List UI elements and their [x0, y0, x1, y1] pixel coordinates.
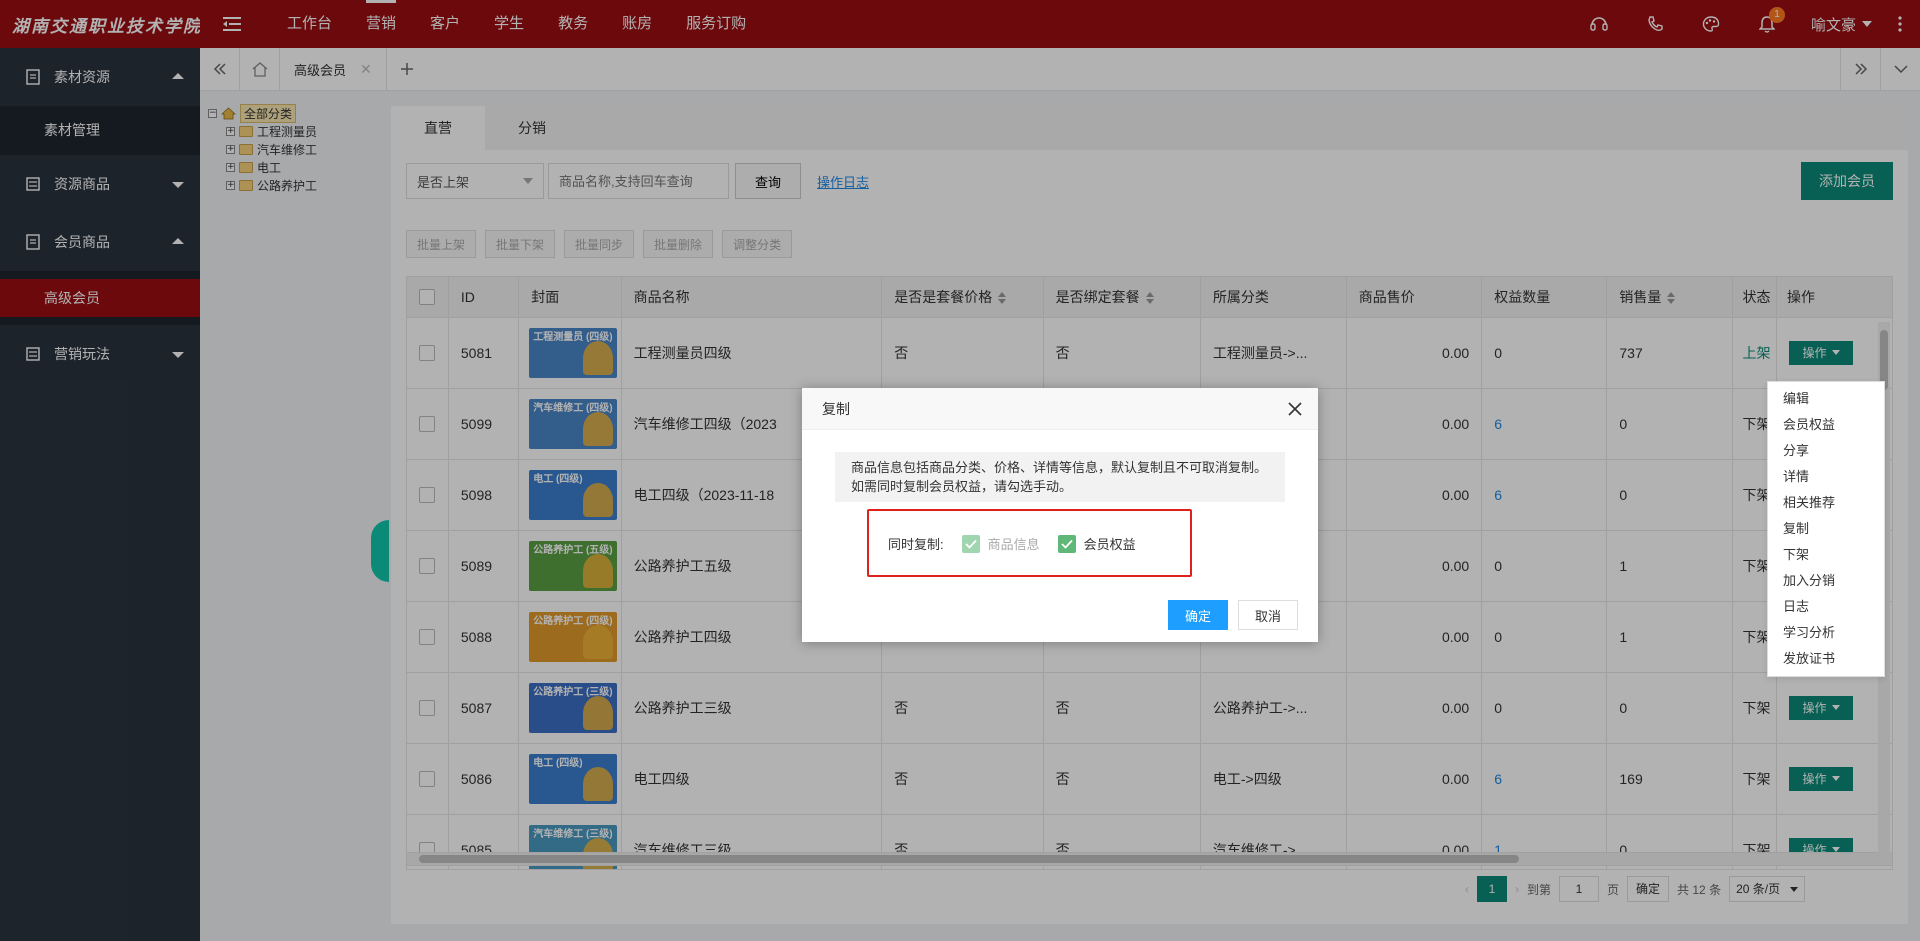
confirm-button[interactable]: 确定	[1168, 600, 1228, 630]
menu-item-study-analysis[interactable]: 学习分析	[1768, 620, 1884, 646]
dialog-buttons: 确定 取消	[1168, 600, 1298, 630]
menu-item-off-shelf[interactable]: 下架	[1768, 542, 1884, 568]
menu-item-issue-certificate[interactable]: 发放证书	[1768, 646, 1884, 672]
copy-options: 同时复制: 商品信息 会员权益	[888, 534, 1136, 553]
cancel-button[interactable]: 取消	[1238, 600, 1298, 630]
side-panel-handle[interactable]	[371, 520, 389, 582]
menu-item-related[interactable]: 相关推荐	[1768, 490, 1884, 516]
menu-item-join-distribution[interactable]: 加入分销	[1768, 568, 1884, 594]
menu-item-member-rights[interactable]: 会员权益	[1768, 412, 1884, 438]
copy-options-label: 同时复制:	[888, 537, 944, 552]
copy-dialog: 复制 商品信息包括商品分类、价格、详情等信息，默认复制且不可取消复制。如需同时复…	[802, 388, 1318, 642]
menu-item-detail[interactable]: 详情	[1768, 464, 1884, 490]
dialog-title: 复制	[822, 400, 850, 417]
checkbox-label: 会员权益	[1083, 537, 1136, 552]
menu-item-copy[interactable]: 复制	[1768, 516, 1884, 542]
copy-member-rights-checkbox[interactable]: 会员权益	[1057, 534, 1136, 553]
operation-dropdown: 编辑 会员权益 分享 详情 相关推荐 复制 下架 加入分销 日志 学习分析 发放证书	[1767, 381, 1885, 677]
dialog-header: 复制	[802, 388, 1318, 430]
menu-item-share[interactable]: 分享	[1768, 438, 1884, 464]
menu-item-edit[interactable]: 编辑	[1768, 386, 1884, 412]
dialog-note: 商品信息包括商品分类、价格、详情等信息，默认复制且不可取消复制。如需同时复制会员…	[835, 452, 1285, 502]
close-icon[interactable]	[1286, 400, 1304, 418]
checkbox-label: 商品信息	[987, 537, 1040, 552]
check-icon	[1057, 534, 1076, 553]
menu-item-log[interactable]: 日志	[1768, 594, 1884, 620]
copy-goods-info-checkbox[interactable]: 商品信息	[961, 534, 1040, 553]
check-icon	[961, 534, 980, 553]
